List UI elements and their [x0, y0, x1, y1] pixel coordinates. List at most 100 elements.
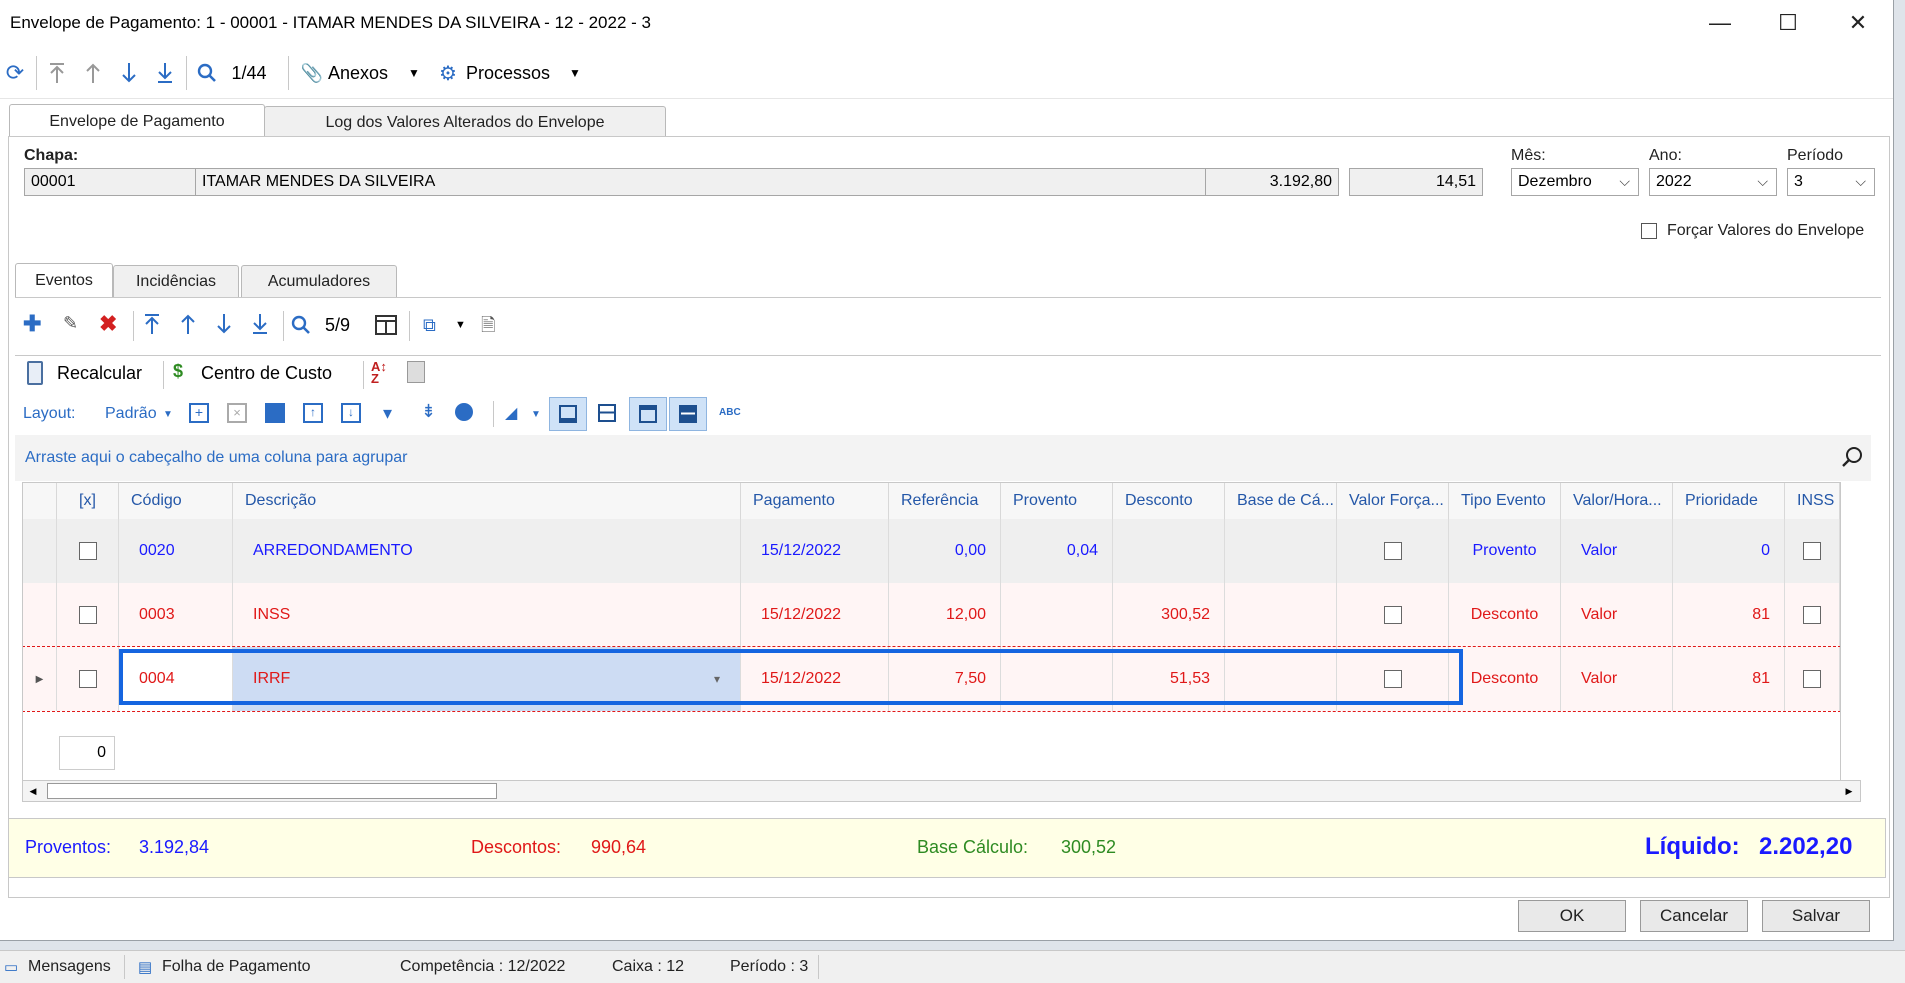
cell-desconto[interactable] [1113, 519, 1225, 583]
ok-button[interactable]: OK [1518, 900, 1626, 932]
view-mode-3-button[interactable] [629, 397, 667, 431]
cell-base[interactable] [1225, 583, 1337, 647]
sort-az-icon[interactable]: A↕ Z [371, 360, 387, 385]
column-header-base[interactable]: Base de Cá... [1225, 483, 1337, 519]
refresh-icon[interactable]: ⟳ [2, 58, 28, 88]
cell-descricao[interactable]: ARREDONDAMENTO [233, 519, 741, 583]
tab-eventos[interactable]: Eventos [15, 263, 113, 298]
cell-tipo-evento[interactable]: Desconto [1449, 583, 1561, 647]
column-header-descricao[interactable]: Descrição [233, 483, 741, 519]
messages-button[interactable]: Mensagens [28, 958, 111, 976]
periodo-select[interactable]: 3 ⌵ [1787, 168, 1875, 196]
cell-referencia[interactable]: 12,00 [889, 583, 1001, 647]
processes-menu[interactable]: Processos [466, 58, 566, 88]
cell-inss[interactable] [1785, 647, 1840, 711]
cell-valor-forcado[interactable] [1337, 583, 1449, 647]
cell-base[interactable] [1225, 647, 1337, 711]
horizontal-scrollbar[interactable]: ◀ ▶ [22, 780, 1861, 802]
next-record-icon[interactable] [116, 58, 142, 88]
cell-valor-hora[interactable]: Valor [1561, 583, 1673, 647]
column-header-prioridade[interactable]: Prioridade [1673, 483, 1785, 519]
checkbox[interactable] [1383, 542, 1402, 560]
row-select[interactable] [57, 519, 119, 583]
hourly-value-field[interactable]: 14,51 [1349, 168, 1483, 196]
checkbox[interactable] [78, 606, 97, 624]
maximize-button[interactable]: ☐ [1758, 0, 1818, 46]
checkbox[interactable] [1803, 606, 1821, 624]
cell-pagamento[interactable]: 15/12/2022 [741, 647, 889, 711]
tab-incidencias[interactable]: Incidências [113, 265, 239, 298]
chevron-down-icon[interactable]: ▼ [531, 409, 541, 420]
row-select[interactable] [57, 647, 119, 711]
column-header-tipo-evento[interactable]: Tipo Evento [1449, 483, 1561, 519]
table-row[interactable]: 0020 ARREDONDAMENTO 15/12/2022 0,00 0,04 Prov… [23, 519, 1840, 583]
cell-desconto[interactable]: 51,53 [1113, 647, 1225, 711]
cell-codigo[interactable]: 0004 [119, 647, 233, 711]
cell-provento[interactable] [1001, 647, 1113, 711]
last-record-icon[interactable] [152, 58, 178, 88]
cell-desconto[interactable]: 300,52 [1113, 583, 1225, 647]
attachments-menu[interactable]: Anexos [328, 58, 398, 88]
force-values-checkbox[interactable] [1641, 223, 1657, 239]
chevron-down-icon[interactable]: ▼ [163, 409, 173, 420]
color-icon[interactable] [455, 403, 473, 421]
layout-download-icon[interactable]: ↓ [341, 403, 361, 423]
checkbox[interactable] [1803, 542, 1821, 560]
cell-descricao[interactable]: INSS [233, 583, 741, 647]
column-header-referencia[interactable]: Referência [889, 483, 1001, 519]
row-select[interactable] [57, 583, 119, 647]
tab-envelope[interactable]: Envelope de Pagamento [9, 104, 265, 139]
document-check-icon[interactable] [407, 361, 425, 383]
cell-valor-hora[interactable]: Valor [1561, 519, 1673, 583]
tab-acumuladores[interactable]: Acumuladores [241, 265, 397, 298]
cell-referencia[interactable]: 7,50 [889, 647, 1001, 711]
delete-icon[interactable]: ✖ [99, 311, 117, 337]
scroll-right-icon[interactable]: ▶ [1841, 783, 1857, 799]
table-row[interactable]: 0003 INSS 15/12/2022 12,00 300,52 Desconto Val… [23, 583, 1840, 647]
cell-prioridade[interactable]: 81 [1673, 647, 1785, 711]
chevron-down-icon[interactable]: ▼ [455, 319, 466, 331]
checkbox[interactable] [1383, 606, 1402, 624]
tab-log[interactable]: Log dos Valores Alterados do Envelope [264, 106, 666, 139]
group-by-strip[interactable]: Arraste aqui o cabeçalho de uma coluna p… [15, 435, 1871, 481]
chevron-down-icon[interactable]: ▼ [565, 58, 585, 88]
pin-icon[interactable]: ⇟ [421, 401, 436, 422]
chevron-down-icon[interactable]: ▾ [714, 672, 720, 686]
layout-upload-icon[interactable]: ↑ [303, 403, 323, 423]
cell-inss[interactable] [1785, 583, 1840, 647]
ano-select[interactable]: 2022 ⌵ [1649, 168, 1777, 196]
edit-icon[interactable]: ✎ [63, 313, 78, 334]
chapa-field[interactable]: 00001 [24, 168, 196, 196]
cell-codigo[interactable]: 0003 [119, 583, 233, 647]
cell-prioridade[interactable]: 81 [1673, 583, 1785, 647]
column-header-desconto[interactable]: Desconto [1113, 483, 1225, 519]
column-header-codigo[interactable]: Código [119, 483, 233, 519]
cell-provento[interactable]: 0,04 [1001, 519, 1113, 583]
column-header-valor-forcado[interactable]: Valor Força... [1337, 483, 1449, 519]
cell-descricao[interactable]: IRRF ▾ [233, 647, 741, 711]
close-button[interactable]: ✕ [1828, 0, 1888, 46]
grid-first-icon[interactable] [143, 313, 161, 340]
chart-icon[interactable]: ◢ [505, 403, 517, 423]
scroll-left-icon[interactable]: ◀ [25, 783, 41, 799]
horizontal-scroll-thumb[interactable] [47, 783, 497, 799]
cell-inss[interactable] [1785, 519, 1840, 583]
checkbox[interactable] [1803, 670, 1821, 688]
abc-icon[interactable]: ABC [719, 407, 741, 418]
layout-remove-icon[interactable]: × [227, 403, 247, 423]
column-header-provento[interactable]: Provento [1001, 483, 1113, 519]
employee-name-field[interactable]: ITAMAR MENDES DA SILVEIRA [195, 168, 1211, 196]
cell-valor-forcado[interactable] [1337, 647, 1449, 711]
grid-last-icon[interactable] [251, 313, 269, 340]
cell-referencia[interactable]: 0,00 [889, 519, 1001, 583]
paint-roller-icon[interactable]: ▾ [383, 403, 392, 424]
cell-prioridade[interactable]: 0 [1673, 519, 1785, 583]
grid-search-icon[interactable] [291, 315, 311, 340]
column-header-inss[interactable]: INSS [1785, 483, 1840, 519]
checkbox[interactable] [78, 670, 97, 688]
cell-pagamento[interactable]: 15/12/2022 [741, 519, 889, 583]
search-icon[interactable] [194, 58, 220, 88]
grid-prev-icon[interactable] [179, 313, 197, 340]
column-header-pagamento[interactable]: Pagamento [741, 483, 889, 519]
view-mode-2-button[interactable] [589, 397, 627, 431]
